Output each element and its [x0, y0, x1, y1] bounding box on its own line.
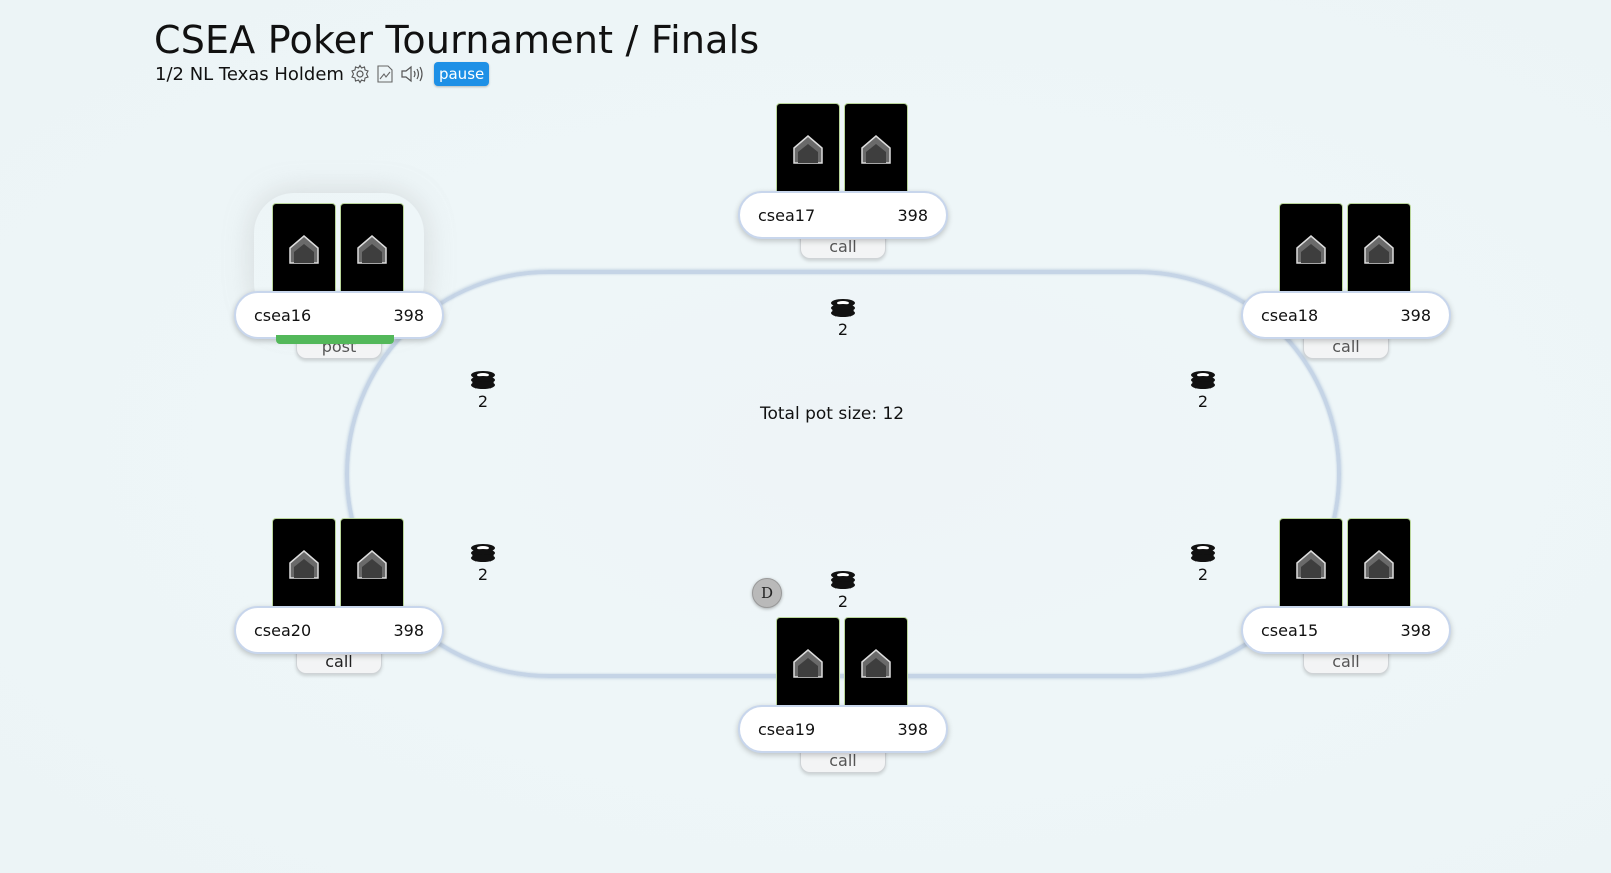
- player-seat: csea15 398 call: [1241, 518, 1451, 688]
- hole-cards: [272, 203, 404, 295]
- chips-icon: [831, 299, 855, 317]
- player-plate[interactable]: csea20 398: [234, 606, 444, 654]
- hole-cards: [272, 518, 404, 610]
- player-name: csea15: [1261, 620, 1319, 640]
- player-name: csea16: [254, 305, 312, 325]
- bet-chip-stack: 2: [823, 570, 863, 611]
- hole-cards: [1279, 203, 1411, 295]
- game-info-bar: 1/2 NL Texas Holdem pause: [155, 62, 490, 86]
- house-icon: [1296, 235, 1326, 264]
- house-icon: [1296, 550, 1326, 579]
- player-name: csea19: [758, 719, 816, 739]
- bet-chip-stack: 2: [1183, 543, 1223, 584]
- player-name: csea20: [254, 620, 312, 640]
- player-stack: 398: [897, 719, 928, 739]
- player-seat: csea20 398 call: [234, 518, 444, 688]
- bet-amount: 2: [477, 392, 489, 411]
- player-plate[interactable]: csea16 398: [234, 291, 444, 339]
- bet-amount: 2: [837, 320, 849, 339]
- page-title: CSEA Poker Tournament / Finals: [154, 18, 760, 62]
- house-icon: [861, 649, 891, 678]
- chips-icon: [1191, 371, 1215, 389]
- turn-timer-bar: [276, 335, 394, 344]
- player-plate[interactable]: csea15 398: [1241, 606, 1451, 654]
- card-back: [1347, 203, 1411, 295]
- chips-icon: [1191, 544, 1215, 562]
- house-icon: [793, 135, 823, 164]
- game-type-label: 1/2 NL Texas Holdem: [155, 63, 344, 85]
- player-plate[interactable]: csea17 398: [738, 191, 948, 239]
- house-icon: [289, 235, 319, 264]
- player-stack: 398: [897, 205, 928, 225]
- chart-icon[interactable]: [376, 64, 394, 84]
- card-back: [272, 203, 336, 295]
- gear-icon[interactable]: [350, 64, 370, 84]
- bet-chip-stack: 2: [823, 298, 863, 339]
- player-stack: 398: [1400, 620, 1431, 640]
- house-icon: [289, 550, 319, 579]
- bet-amount: 2: [837, 592, 849, 611]
- player-plate[interactable]: csea18 398: [1241, 291, 1451, 339]
- chips-icon: [471, 544, 495, 562]
- card-back: [272, 518, 336, 610]
- bet-chip-stack: 2: [463, 543, 503, 584]
- card-back: [776, 617, 840, 709]
- pause-button[interactable]: pause: [433, 62, 490, 86]
- card-back: [844, 103, 908, 195]
- bet-amount: 2: [477, 565, 489, 584]
- card-back: [776, 103, 840, 195]
- bet-amount: 2: [1197, 565, 1209, 584]
- chips-icon: [471, 371, 495, 389]
- player-plate[interactable]: csea19 398: [738, 705, 948, 753]
- dealer-button: D: [752, 578, 782, 608]
- card-back: [340, 203, 404, 295]
- card-back: [1279, 518, 1343, 610]
- player-seat: csea19 398 call: [738, 617, 948, 787]
- hole-cards: [1279, 518, 1411, 610]
- player-seat: csea18 398 call: [1241, 203, 1451, 373]
- house-icon: [357, 550, 387, 579]
- bet-amount: 2: [1197, 392, 1209, 411]
- speaker-icon[interactable]: [400, 64, 426, 84]
- card-back: [1279, 203, 1343, 295]
- player-name: csea17: [758, 205, 816, 225]
- player-stack: 398: [393, 305, 424, 325]
- card-back: [340, 518, 404, 610]
- hole-cards: [776, 103, 908, 195]
- hole-cards: [776, 617, 908, 709]
- house-icon: [357, 235, 387, 264]
- chips-icon: [831, 571, 855, 589]
- bet-chip-stack: 2: [463, 370, 503, 411]
- player-seat: csea16 398 post: [234, 203, 444, 373]
- player-seat: csea17 398 call: [738, 103, 948, 273]
- player-stack: 398: [393, 620, 424, 640]
- card-back: [844, 617, 908, 709]
- pot-size-label: Total pot size: 12: [760, 404, 905, 424]
- bet-chip-stack: 2: [1183, 370, 1223, 411]
- house-icon: [861, 135, 891, 164]
- player-stack: 398: [1400, 305, 1431, 325]
- house-icon: [793, 649, 823, 678]
- house-icon: [1364, 550, 1394, 579]
- card-back: [1347, 518, 1411, 610]
- house-icon: [1364, 235, 1394, 264]
- player-name: csea18: [1261, 305, 1319, 325]
